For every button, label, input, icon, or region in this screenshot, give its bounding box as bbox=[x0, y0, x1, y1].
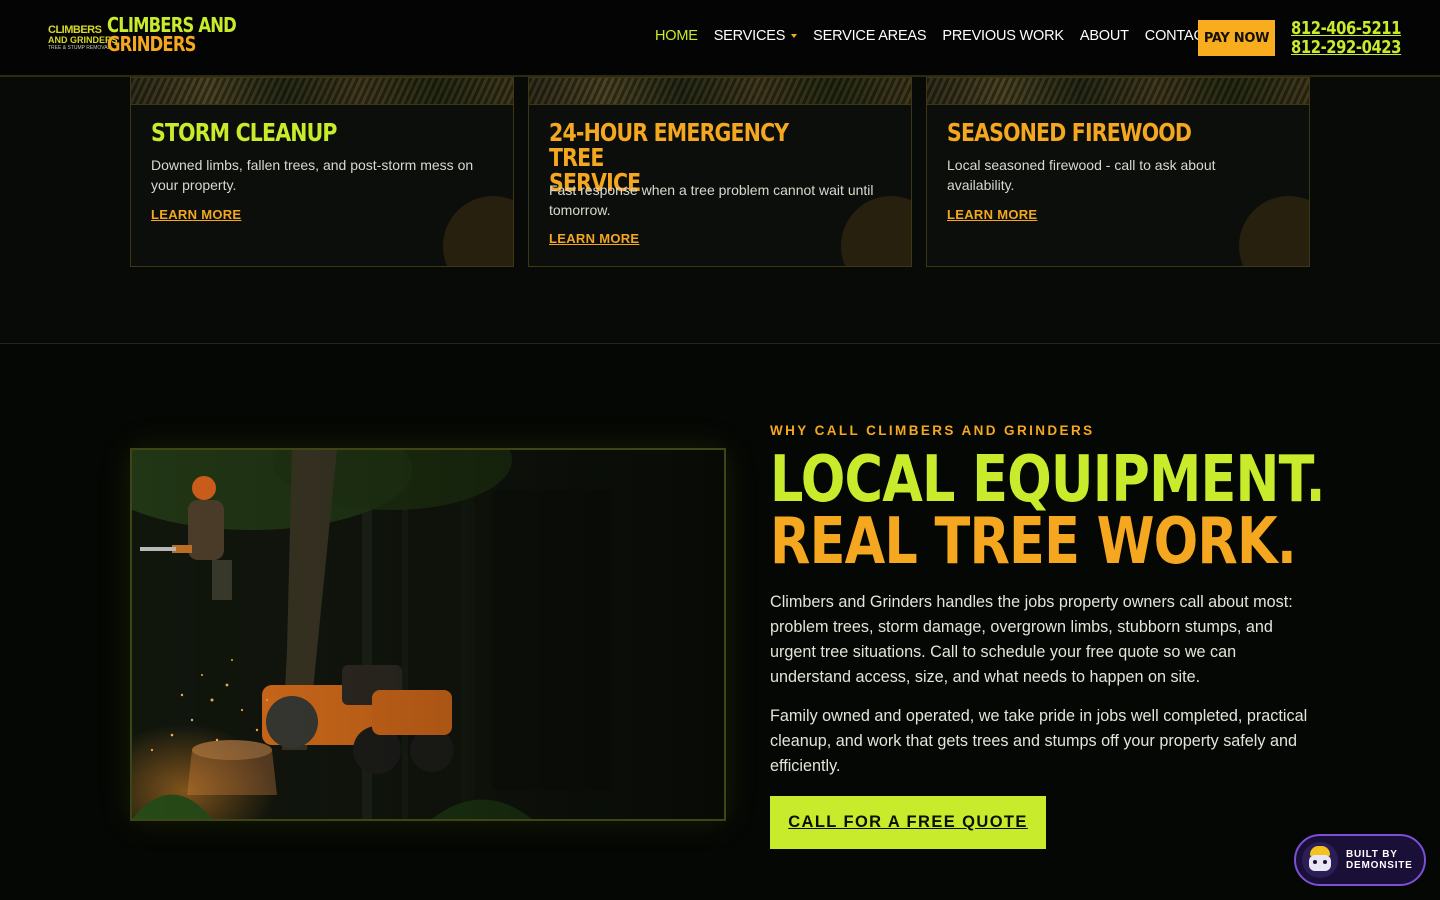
card-description: Fast response when a tree problem cannot… bbox=[549, 182, 874, 218]
site-header: CLIMBERS AND GRINDERS TREE & STUMP REMOV… bbox=[0, 0, 1440, 77]
feature-image bbox=[130, 448, 726, 821]
card-photo bbox=[131, 78, 513, 105]
service-card-storm-cleanup[interactable]: STORM CLEANUP Downed limbs, fallen trees… bbox=[130, 77, 514, 267]
decorative-circle bbox=[1239, 196, 1309, 266]
badge-line2: DEMONSITE bbox=[1346, 860, 1413, 871]
headline-line2: REAL TREE WORK. bbox=[770, 505, 1297, 579]
card-description: Local seasoned firewood - call to ask ab… bbox=[947, 157, 1216, 193]
card-title: SEASONED FIREWOOD bbox=[947, 118, 1192, 147]
logo-line3: TREE & STUMP REMOVAL bbox=[48, 45, 111, 51]
headline-line1: LOCAL EQUIPMENT. bbox=[770, 443, 1326, 517]
chevron-down-icon bbox=[791, 34, 798, 39]
phone-link-1[interactable]: 812-406-5211 bbox=[1291, 19, 1401, 38]
forest-scene-illustration bbox=[132, 450, 724, 819]
brand-name[interactable]: CLIMBERS AND GRINDERS bbox=[107, 15, 237, 56]
decorative-circle bbox=[443, 196, 513, 266]
card-photo bbox=[529, 78, 911, 105]
card-title-line1: 24-HOUR EMERGENCY TREE bbox=[549, 118, 789, 172]
main-nav: HOME SERVICES SERVICE AREAS PREVIOUS WOR… bbox=[655, 28, 1228, 44]
robot-mascot-icon bbox=[1302, 842, 1338, 878]
free-quote-button[interactable]: CALL FOR A FREE QUOTE bbox=[770, 796, 1046, 849]
badge-line1: BUILT BY bbox=[1346, 849, 1398, 860]
family-paragraph: Family owned and operated, we take pride… bbox=[770, 707, 1308, 775]
built-by-badge[interactable]: BUILT BY DEMONSITE bbox=[1294, 834, 1426, 886]
nav-about[interactable]: ABOUT bbox=[1080, 28, 1129, 44]
phone-links: 812-406-5211 812-292-0423 bbox=[1291, 19, 1401, 57]
intro-paragraph: Climbers and Grinders handles the jobs p… bbox=[770, 593, 1293, 686]
service-card-emergency[interactable]: 24-HOUR EMERGENCY TREE SERVICE Fast resp… bbox=[528, 77, 912, 267]
learn-more-link[interactable]: LEARN MORE bbox=[151, 207, 241, 222]
badge-text: BUILT BY DEMONSITE bbox=[1346, 849, 1413, 871]
service-card-firewood[interactable]: SEASONED FIREWOOD Local seasoned firewoo… bbox=[926, 77, 1310, 267]
nav-home[interactable]: HOME bbox=[655, 28, 698, 44]
phone-link-2[interactable]: 812-292-0423 bbox=[1291, 38, 1401, 57]
learn-more-link[interactable]: LEARN MORE bbox=[947, 207, 1037, 222]
card-description: Downed limbs, fallen trees, and post-sto… bbox=[151, 157, 474, 193]
logo[interactable]: CLIMBERS AND GRINDERS TREE & STUMP REMOV… bbox=[48, 24, 118, 52]
card-photo bbox=[927, 78, 1309, 105]
pay-now-button[interactable]: PAY NOW bbox=[1198, 20, 1275, 56]
section-eyebrow: WHY CALL CLIMBERS AND GRINDERS bbox=[770, 423, 1095, 438]
brand-name-line2: GRINDERS bbox=[107, 32, 196, 56]
nav-services[interactable]: SERVICES bbox=[713, 28, 798, 44]
nav-previous-work[interactable]: PREVIOUS WORK bbox=[942, 28, 1064, 44]
nav-services-label: SERVICES bbox=[713, 28, 786, 44]
card-title: STORM CLEANUP bbox=[151, 118, 337, 147]
nav-service-areas[interactable]: SERVICE AREAS bbox=[813, 28, 926, 44]
robot-face-icon bbox=[1309, 855, 1331, 871]
learn-more-link[interactable]: LEARN MORE bbox=[549, 231, 639, 246]
